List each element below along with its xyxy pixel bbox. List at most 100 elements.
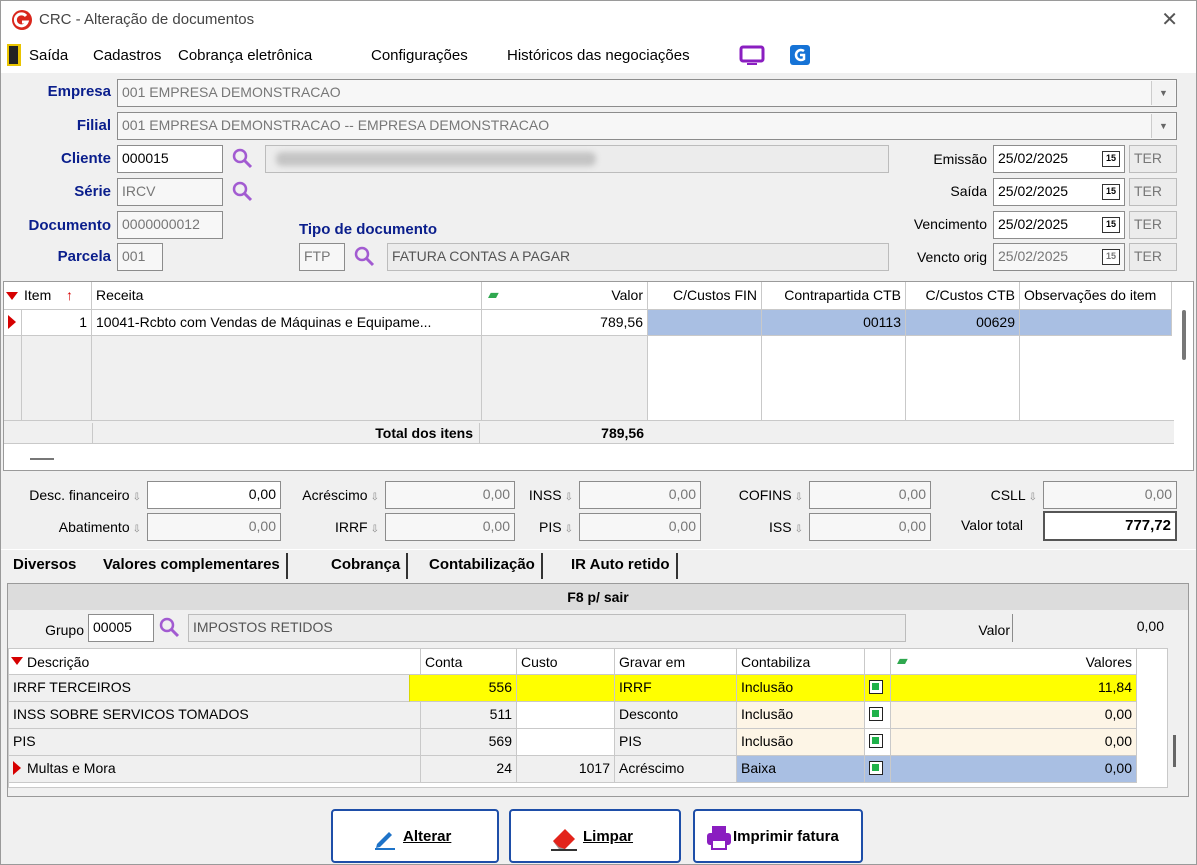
col-contabiliza-header[interactable]: Contabiliza xyxy=(737,649,865,675)
col-valores-header[interactable]: ▰ Valores xyxy=(891,649,1137,675)
row1-contabiliza[interactable]: Inclusão xyxy=(737,675,865,702)
row3-contabiliza[interactable]: Inclusão xyxy=(737,729,865,756)
vertical-scrollbar-thumb[interactable] xyxy=(1173,735,1176,767)
csll-input[interactable]: 0,00 xyxy=(1043,481,1177,509)
imprimir-fatura-button[interactable]: Imprimir fatura xyxy=(693,809,863,863)
grupo-input[interactable]: 00005 xyxy=(88,614,154,642)
col-ccfin-header[interactable]: C/Custos FIN xyxy=(648,282,762,310)
row3-custo[interactable] xyxy=(517,729,615,756)
close-icon[interactable]: ✕ xyxy=(1161,7,1178,32)
acrescimo-input[interactable]: 0,00 xyxy=(385,481,515,509)
col-item-header[interactable]: Item ↑ xyxy=(4,282,92,310)
checkbox-checked-icon[interactable] xyxy=(869,734,883,748)
checkbox-checked-icon[interactable] xyxy=(869,707,883,721)
exit-door-icon[interactable] xyxy=(7,44,21,66)
items-grid[interactable]: Item ↑ Receita ▰ Valor C/Custos FIN Cont… xyxy=(3,281,1194,471)
row2-conta[interactable]: 511 xyxy=(421,702,517,729)
row4-contabiliza[interactable]: Baixa xyxy=(737,756,865,783)
monitor-icon[interactable] xyxy=(739,45,765,67)
col-contrapartida-header[interactable]: Contrapartida CTB xyxy=(762,282,906,310)
saida-date[interactable]: 25/02/2025 15 xyxy=(993,178,1125,206)
checkbox-checked-icon[interactable] xyxy=(869,761,883,775)
serie-input[interactable]: IRCV xyxy=(117,178,223,206)
valor-field[interactable]: 0,00 xyxy=(1012,614,1168,642)
inss-input[interactable]: 0,00 xyxy=(579,481,701,509)
documento-input[interactable]: 0000000012 xyxy=(117,211,223,239)
chevron-down-icon[interactable]: ▼ xyxy=(1151,81,1175,105)
cofins-input[interactable]: 0,00 xyxy=(809,481,931,509)
row2-gravar[interactable]: Desconto xyxy=(615,702,737,729)
col-receita-header[interactable]: Receita xyxy=(92,282,482,310)
iss-input[interactable]: 0,00 xyxy=(809,513,931,541)
row2-valores[interactable]: 0,00 xyxy=(891,702,1137,729)
checkbox-checked-icon[interactable] xyxy=(869,680,883,694)
menu-cobranca-eletronica[interactable]: Cobrança eletrônica xyxy=(178,47,312,64)
cell-contrapartida[interactable]: 00113 xyxy=(762,310,906,336)
row4-valores[interactable]: 0,00 xyxy=(891,756,1137,783)
row2-contabiliza[interactable]: Inclusão xyxy=(737,702,865,729)
search-icon[interactable] xyxy=(158,616,182,640)
calendar-icon[interactable]: 15 xyxy=(1102,151,1120,167)
tab-valores-complementares[interactable]: Valores complementares xyxy=(97,553,288,579)
emissao-date[interactable]: 25/02/2025 15 xyxy=(993,145,1125,173)
col-obs-header[interactable]: Observações do item xyxy=(1020,282,1172,310)
row1-conta[interactable]: 556 xyxy=(409,675,517,702)
col-descricao-header[interactable]: Descrição xyxy=(9,649,421,675)
brand-g-icon[interactable] xyxy=(789,44,811,66)
abatimento-input[interactable]: 0,00 xyxy=(147,513,281,541)
col-valor-header[interactable]: ▰ Valor xyxy=(482,282,648,310)
tab-ir-auto-retido[interactable]: IR Auto retido xyxy=(565,553,678,579)
row1-check-cell[interactable] xyxy=(865,675,891,702)
horizontal-scrollbar-thumb[interactable] xyxy=(30,458,54,460)
cell-item[interactable]: 1 xyxy=(22,310,92,336)
row1-custo[interactable] xyxy=(517,675,615,702)
calendar-icon[interactable]: 15 xyxy=(1102,217,1120,233)
tab-diversos[interactable]: Diversos xyxy=(7,553,82,579)
row4-custo[interactable]: 1017 xyxy=(517,756,615,783)
menu-cadastros[interactable]: Cadastros xyxy=(93,47,161,64)
row3-valores[interactable]: 0,00 xyxy=(891,729,1137,756)
parcela-input[interactable]: 001 xyxy=(117,243,163,271)
calendar-icon[interactable]: 15 xyxy=(1102,184,1120,200)
cell-ccfin[interactable] xyxy=(648,310,762,336)
desc-financeiro-input[interactable]: 0,00 xyxy=(147,481,281,509)
impostos-grid[interactable]: Descrição Conta Custo Gravar em Contabil… xyxy=(8,648,1176,788)
row3-conta[interactable]: 569 xyxy=(421,729,517,756)
calendar-icon[interactable]: 15 xyxy=(1102,249,1120,265)
row4-conta[interactable]: 24 xyxy=(421,756,517,783)
search-icon[interactable] xyxy=(353,245,377,269)
vencto-orig-date[interactable]: 25/02/2025 15 xyxy=(993,243,1125,271)
row1-gravar[interactable]: IRRF xyxy=(615,675,737,702)
alterar-button[interactable]: Alterar xyxy=(331,809,499,863)
col-gravar-header[interactable]: Gravar em xyxy=(615,649,737,675)
tab-cobranca[interactable]: Cobrança xyxy=(325,553,409,579)
cliente-input[interactable]: 000015 xyxy=(117,145,223,173)
row2-custo[interactable] xyxy=(517,702,615,729)
limpar-button[interactable]: Limpar xyxy=(509,809,681,863)
row3-gravar[interactable]: PIS xyxy=(615,729,737,756)
row4-descricao[interactable]: Multas e Mora xyxy=(9,756,421,783)
row2-descricao[interactable]: INSS SOBRE SERVICOS TOMADOS xyxy=(9,702,421,729)
row4-check-cell[interactable] xyxy=(865,756,891,783)
cell-valor[interactable]: 789,56 xyxy=(482,310,648,336)
row1-valores[interactable]: 11,84 xyxy=(891,675,1137,702)
col-conta-header[interactable]: Conta xyxy=(421,649,517,675)
col-custo-header[interactable]: Custo xyxy=(517,649,615,675)
irrf-input[interactable]: 0,00 xyxy=(385,513,515,541)
row3-descricao[interactable]: PIS xyxy=(9,729,421,756)
col-check-header[interactable] xyxy=(865,649,891,675)
chevron-down-icon[interactable]: ▼ xyxy=(1151,114,1175,138)
menu-configuracoes[interactable]: Configurações xyxy=(371,47,468,64)
row3-check-cell[interactable] xyxy=(865,729,891,756)
menu-historicos[interactable]: Históricos das negociações xyxy=(507,47,690,64)
pis-input[interactable]: 0,00 xyxy=(579,513,701,541)
tipo-code-input[interactable]: FTP xyxy=(299,243,345,271)
cell-receita[interactable]: 10041-Rcbto com Vendas de Máquinas e Equ… xyxy=(92,310,482,336)
menu-saida[interactable]: Saída xyxy=(29,47,68,64)
row4-gravar[interactable]: Acréscimo xyxy=(615,756,737,783)
search-icon[interactable] xyxy=(231,180,255,204)
vencimento-date[interactable]: 25/02/2025 15 xyxy=(993,211,1125,239)
filial-select[interactable]: 001 EMPRESA DEMONSTRACAO -- EMPRESA DEMO… xyxy=(117,112,1177,140)
row2-check-cell[interactable] xyxy=(865,702,891,729)
empresa-select[interactable]: 001 EMPRESA DEMONSTRACAO ▼ xyxy=(117,79,1177,107)
